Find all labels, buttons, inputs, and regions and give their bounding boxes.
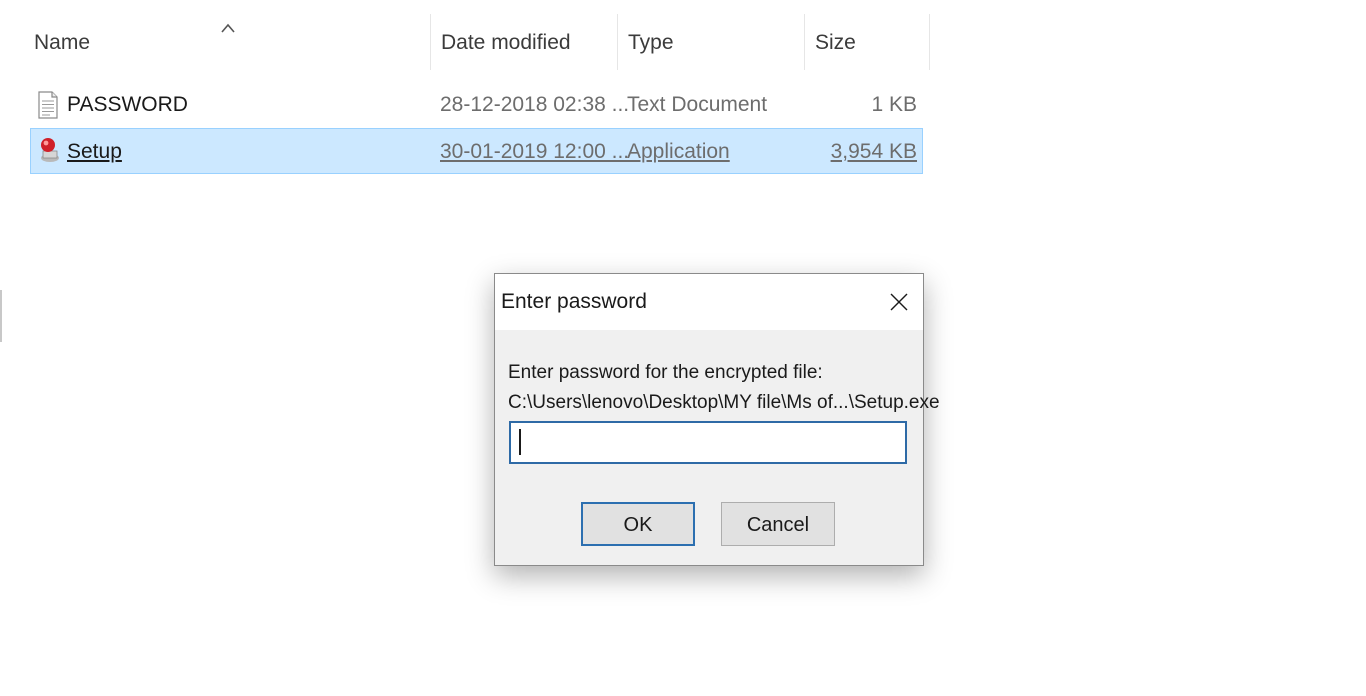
file-list-header: Name Date modified Type Size — [0, 14, 930, 70]
file-size: 3,954 KB — [830, 140, 917, 163]
cancel-button[interactable]: Cancel — [721, 502, 835, 546]
window-edge-mark — [0, 290, 2, 342]
file-name: Setup — [67, 140, 122, 163]
file-type: Application — [627, 140, 730, 163]
password-input[interactable] — [509, 421, 907, 464]
column-header-size[interactable]: Size — [815, 14, 856, 70]
password-prompt: Enter password for the encrypted file: — [508, 362, 823, 383]
text-document-icon — [38, 91, 58, 119]
file-type: Text Document — [627, 93, 768, 116]
file-row-setup[interactable]: Setup 30-01-2019 12:00 ... Application 3… — [30, 128, 923, 174]
dialog-title: Enter password — [501, 290, 647, 313]
file-date-modified: 30-01-2019 12:00 ... — [440, 140, 630, 163]
column-divider[interactable] — [929, 14, 930, 70]
encrypted-file-path: C:\Users\lenovo\Desktop\MY file\Ms of...… — [508, 392, 940, 413]
column-header-name[interactable]: Name — [34, 14, 90, 70]
file-row-password[interactable]: PASSWORD 28-12-2018 02:38 ... Text Docum… — [30, 82, 923, 128]
file-name: PASSWORD — [67, 93, 188, 116]
column-header-date-modified[interactable]: Date modified — [441, 14, 571, 70]
dialog-titlebar[interactable]: Enter password — [495, 274, 923, 330]
column-header-type[interactable]: Type — [628, 14, 674, 70]
close-button[interactable] — [881, 284, 917, 320]
setup-application-icon — [41, 138, 59, 162]
text-caret — [519, 429, 521, 455]
close-icon — [890, 293, 908, 311]
file-date-modified: 28-12-2018 02:38 ... — [440, 93, 630, 116]
chevron-up-icon[interactable] — [221, 23, 235, 33]
ok-button[interactable]: OK — [581, 502, 695, 546]
column-divider[interactable] — [804, 14, 805, 70]
column-divider[interactable] — [617, 14, 618, 70]
file-size: 1 KB — [871, 93, 917, 116]
enter-password-dialog: Enter password Enter password for the en… — [494, 273, 940, 566]
column-divider[interactable] — [430, 14, 431, 70]
